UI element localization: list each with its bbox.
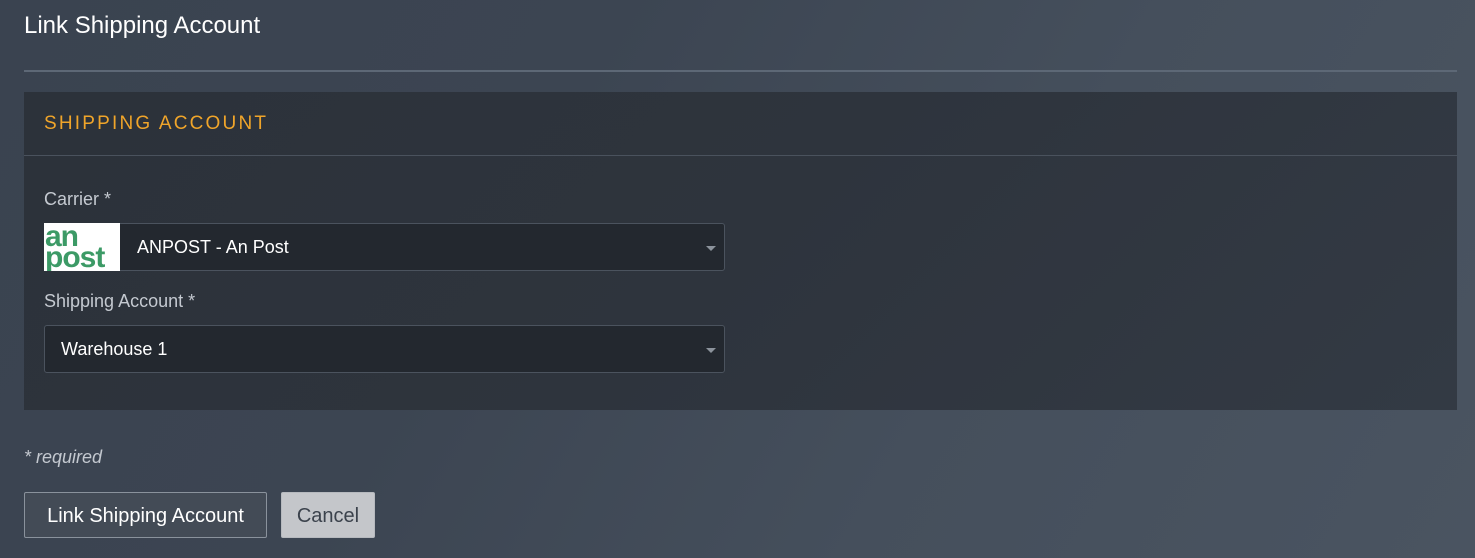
- page-title: Link Shipping Account: [24, 12, 261, 39]
- shipping-account-label: Shipping Account *: [44, 291, 196, 311]
- carrier-select[interactable]: an post ANPOST - An Post: [44, 223, 725, 271]
- panel-header: SHIPPING ACCOUNT: [24, 92, 1457, 156]
- shipping-account-panel: SHIPPING ACCOUNT Carrier * an post ANPOS…: [24, 92, 1457, 410]
- carrier-logo-text-bottom: post: [45, 241, 105, 272]
- carrier-logo: an post: [44, 223, 120, 271]
- chevron-down-icon[interactable]: [706, 246, 716, 251]
- shipping-account-select[interactable]: Warehouse 1: [44, 325, 725, 373]
- title-divider: [24, 70, 1457, 72]
- chevron-down-icon[interactable]: [706, 348, 716, 353]
- carrier-select-value: ANPOST - An Post: [137, 237, 289, 257]
- link-shipping-account-button[interactable]: Link Shipping Account: [24, 492, 267, 538]
- panel-title: SHIPPING ACCOUNT: [44, 113, 269, 134]
- cancel-button[interactable]: Cancel: [281, 492, 375, 538]
- required-note: * required: [24, 447, 103, 467]
- carrier-label: Carrier *: [44, 189, 112, 209]
- shipping-account-select-value: Warehouse 1: [61, 339, 168, 359]
